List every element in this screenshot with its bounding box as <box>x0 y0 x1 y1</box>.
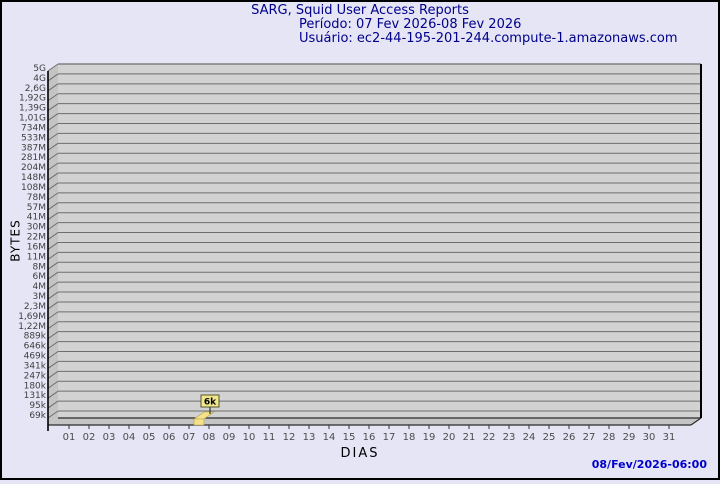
x-tick-label: 16 <box>363 432 376 443</box>
y-tick-label: 30M <box>27 223 46 233</box>
y-tick-label: 387M <box>21 143 46 153</box>
x-tick-label: 10 <box>243 432 256 443</box>
y-tick-label: 22M <box>27 233 46 243</box>
x-tick-label: 22 <box>483 432 496 443</box>
y-tick-label: 1,01G <box>19 114 46 124</box>
x-tick-label: 07 <box>183 432 196 443</box>
x-tick-label: 27 <box>583 432 596 443</box>
x-tick-label: 15 <box>343 432 356 443</box>
report-user: Usuário: ec2-44-195-201-244.compute-1.am… <box>299 31 678 46</box>
y-tick-label: 1,22M <box>18 322 46 332</box>
y-tick-label: 5G <box>33 64 46 74</box>
y-tick-label: 469k <box>24 352 47 362</box>
y-tick-label: 204M <box>21 163 46 173</box>
generation-timestamp: 08/Fev/2026-06:00 <box>591 458 707 471</box>
x-tick-label: 03 <box>103 432 116 443</box>
x-tick-label: 12 <box>283 432 296 443</box>
y-tick-label: 3M <box>33 292 47 302</box>
x-tick-label: 26 <box>563 432 576 443</box>
x-tick-label: 08 <box>203 432 216 443</box>
y-tick-label: 734M <box>21 123 46 133</box>
x-tick-label: 17 <box>383 432 396 443</box>
x-tick-label: 05 <box>143 432 156 443</box>
y-tick-label: 131k <box>24 391 47 401</box>
x-tick-label: 25 <box>543 432 556 443</box>
x-tick-label: 19 <box>423 432 436 443</box>
chart-plot-area <box>58 64 701 418</box>
chart-floor <box>48 418 701 425</box>
y-tick-label: 1,39G <box>19 104 46 114</box>
y-tick-label: 889k <box>24 332 47 342</box>
x-tick-label: 14 <box>323 432 336 443</box>
x-tick-label: 30 <box>643 432 656 443</box>
x-tick-label: 06 <box>163 432 176 443</box>
x-tick-label: 20 <box>443 432 456 443</box>
value-label: 6k <box>204 398 217 408</box>
y-tick-label: 16M <box>27 242 46 252</box>
x-tick-label: 02 <box>83 432 96 443</box>
y-tick-label: 78M <box>27 193 46 203</box>
y-tick-label: 8M <box>33 262 47 272</box>
x-tick-label: 11 <box>263 432 276 443</box>
x-tick-label: 31 <box>663 432 676 443</box>
x-tick-label: 24 <box>523 432 536 443</box>
y-tick-label: 180k <box>24 381 47 391</box>
x-tick-label: 18 <box>403 432 416 443</box>
x-tick-label: 29 <box>623 432 636 443</box>
x-tick-label: 04 <box>123 432 136 443</box>
x-tick-label: 01 <box>63 432 76 443</box>
x-tick-label: 09 <box>223 432 236 443</box>
y-tick-label: 69k <box>29 411 46 421</box>
sarg-report-page: { "header": { "title": "SARG, Squid User… <box>0 0 720 480</box>
report-period: Período: 07 Fev 2026-08 Fev 2026 <box>299 17 522 32</box>
y-tick-label: 533M <box>21 133 46 143</box>
y-tick-label: 2,3M <box>24 302 46 312</box>
data-bar-front <box>193 418 205 426</box>
y-tick-label: 148M <box>21 173 46 183</box>
y-tick-label: 247k <box>24 371 47 381</box>
y-tick-label: 1,92G <box>19 94 46 104</box>
y-tick-label: 95k <box>29 401 46 411</box>
x-tick-label: 28 <box>603 432 616 443</box>
y-tick-label: 646k <box>24 342 47 352</box>
x-tick-label: 23 <box>503 432 516 443</box>
y-tick-label: 2,6G <box>25 84 46 94</box>
y-tick-label: 6M <box>33 272 47 282</box>
y-tick-label: 341k <box>24 361 47 371</box>
report-title: SARG, Squid User Access Reports <box>251 3 469 18</box>
y-tick-label: 281M <box>21 153 46 163</box>
y-tick-label: 108M <box>21 183 46 193</box>
y-axis-title: BYTES <box>8 219 23 262</box>
y-tick-label: 4G <box>33 74 46 84</box>
y-tick-label: 1,69M <box>18 312 46 322</box>
x-tick-label: 13 <box>303 432 316 443</box>
y-tick-label: 11M <box>27 252 46 262</box>
x-tick-label: 21 <box>463 432 476 443</box>
y-tick-label: 57M <box>27 203 46 213</box>
y-tick-label: 41M <box>27 213 46 223</box>
chart-left-wall <box>48 64 58 425</box>
bytes-per-day-chart: 5G4G2,6G1,92G1,39G1,01G734M533M387M281M2… <box>18 63 702 443</box>
y-tick-label: 4M <box>33 282 47 292</box>
